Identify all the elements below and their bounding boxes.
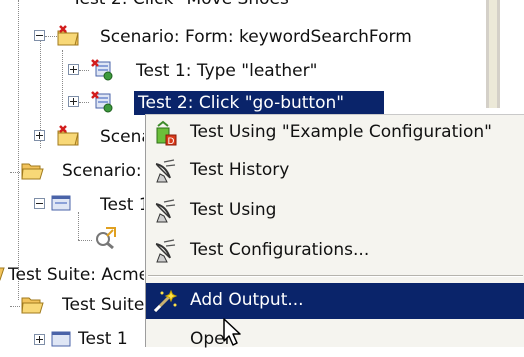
satellite-dish-icon: [155, 239, 176, 263]
satellite-dish-icon: [155, 159, 176, 183]
tree-item-test-cut[interactable]: Test 2: Click "Move Shoes": [72, 0, 297, 10]
open-folder-icon: [21, 163, 44, 180]
run-configuration-icon: D: [156, 120, 177, 146]
menu-item-label: Test Configurations...: [190, 240, 370, 260]
menu-separator: [148, 275, 523, 277]
tree-item-test-suite-2[interactable]: Test Suite: Checkout: [62, 294, 144, 316]
expand-toggle[interactable]: [34, 334, 45, 345]
tree-item-scenario-product-search[interactable]: Scenario: Form: productSearch: [100, 126, 144, 148]
tree-item-test-10[interactable]: Test 1: [78, 328, 144, 350]
expand-toggle[interactable]: [68, 64, 79, 75]
tree-guide-line: [10, 306, 20, 307]
tree-item-scenario-keyword-search[interactable]: Scenario: Form: keywordSearchForm: [100, 26, 412, 48]
menu-item-add-output[interactable]: Add Output...: [146, 283, 524, 319]
tree-item-test-type-leather[interactable]: Test 1: Type "leather": [136, 60, 317, 82]
tree-guide-line: [62, 50, 63, 110]
tree-guide-line: [78, 212, 79, 240]
open-folder-icon: [21, 297, 44, 314]
menu-item-label: Test Using: [190, 200, 277, 220]
tree-item-selected[interactable]: Test 2: Click "go-button": [134, 91, 384, 115]
test-case-icon: [51, 195, 71, 211]
menu-item-test-using[interactable]: Test Using: [146, 193, 524, 229]
vertical-scrollbar[interactable]: [486, 0, 500, 108]
scrollbar-track[interactable]: [489, 0, 497, 108]
test-error-icon: [91, 91, 113, 113]
collapse-toggle[interactable]: [34, 30, 45, 41]
scenario-folder-icon: [57, 25, 79, 46]
satellite-dish-icon: [155, 199, 176, 223]
tree-item-scenario[interactable]: Scenario: Cart: [62, 160, 144, 182]
tree-item-test[interactable]: Test 1: Open: [100, 194, 144, 216]
search-verification-icon: [96, 227, 116, 250]
suite-icon-fragment: [0, 267, 5, 281]
collapse-toggle[interactable]: [34, 198, 45, 209]
tree-item-test-suite[interactable]: Test Suite: Acme Store: [8, 264, 144, 286]
tree-guide-line: [78, 240, 92, 241]
tree-guide-line: [10, 172, 20, 173]
menu-item-open[interactable]: Open: [146, 321, 524, 357]
menu-item-label: Test Using "Example Configuration": [190, 122, 492, 142]
menu-item-test-history[interactable]: Test History: [146, 153, 524, 189]
mouse-cursor-icon: [223, 318, 241, 346]
tree-guide-line: [79, 70, 89, 71]
tree-item-test-click-go-button: Test 2: Click "go-button": [138, 93, 345, 113]
test-error-icon: [91, 59, 113, 81]
menu-item-label: Test History: [190, 160, 290, 180]
menu-item-label: Add Output...: [190, 290, 304, 310]
context-menu: D Test Using "Example Configuration" Tes…: [145, 114, 524, 349]
svg-text:D: D: [168, 137, 175, 146]
menu-item-test-configurations[interactable]: Test Configurations...: [146, 233, 524, 269]
test-case-icon: [51, 331, 71, 347]
tree-guide-line: [18, 0, 19, 300]
magic-wand-icon: [153, 289, 178, 313]
expand-toggle[interactable]: [34, 130, 45, 141]
menu-item-test-using-example-configuration[interactable]: D Test Using "Example Configuration": [146, 115, 524, 151]
scenario-folder-icon: [57, 125, 79, 146]
tree-guide-line: [79, 102, 89, 103]
expand-toggle[interactable]: [68, 96, 79, 107]
